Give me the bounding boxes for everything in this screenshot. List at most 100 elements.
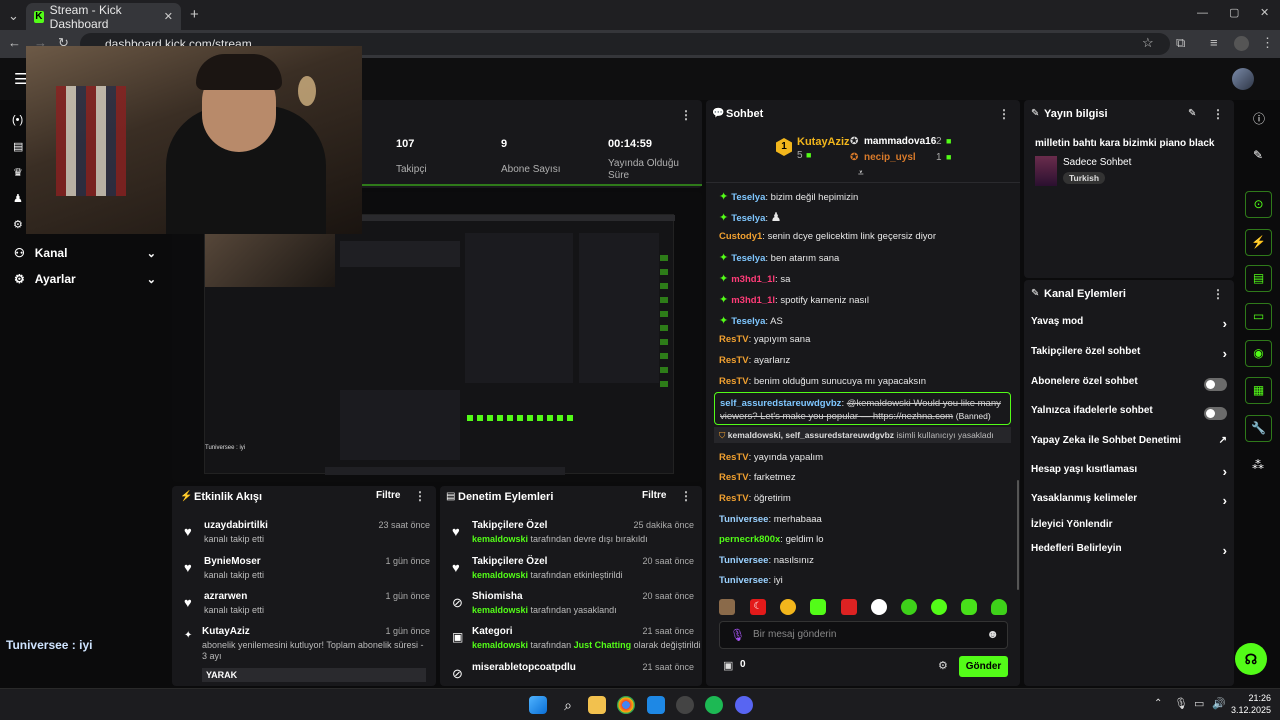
tray-volume-icon[interactable]: 🔊 bbox=[1212, 697, 1226, 710]
app-icon[interactable] bbox=[676, 696, 694, 714]
stream-icon[interactable]: (•) bbox=[12, 114, 23, 126]
spotify-icon[interactable] bbox=[705, 696, 723, 714]
chat-username[interactable]: Teselya bbox=[731, 253, 765, 264]
moderation-filter-button[interactable]: Filtre bbox=[642, 490, 666, 501]
info-icon[interactable]: ⓘ bbox=[1253, 110, 1265, 127]
sidebar-item-kanal[interactable]: ⚇ Kanal ⌄ bbox=[0, 240, 170, 266]
focus-button[interactable]: ⊙ bbox=[1245, 191, 1272, 218]
moderator-name[interactable]: kemaldowski bbox=[472, 605, 528, 615]
emote-button[interactable] bbox=[841, 599, 857, 615]
quick-action-button[interactable]: ⚡ bbox=[1245, 229, 1272, 256]
chat-username[interactable]: Tuniversee bbox=[719, 555, 768, 566]
emote-button[interactable] bbox=[931, 599, 947, 615]
action-raid[interactable]: İzleyici Yönlendir bbox=[1031, 519, 1227, 539]
chat-username[interactable]: Custody1 bbox=[719, 231, 762, 242]
user-avatar[interactable] bbox=[1232, 68, 1254, 90]
channel-actions-menu-icon[interactable]: ⋮ bbox=[1212, 287, 1224, 301]
emote-button[interactable] bbox=[871, 599, 887, 615]
emote-button[interactable] bbox=[719, 599, 735, 615]
activity-filter-button[interactable]: Filtre bbox=[376, 490, 400, 501]
leaderboard-name[interactable]: KutayAziz bbox=[797, 136, 850, 148]
action-ai-moderation[interactable]: Yapay Zeka ile Sohbet Denetimi ↗ bbox=[1031, 435, 1227, 455]
action-subscribers-only[interactable]: Abonelere özel sohbet bbox=[1031, 376, 1227, 396]
start-menu-icon[interactable] bbox=[529, 696, 547, 714]
moderator-name[interactable]: kemaldowski bbox=[472, 640, 528, 650]
send-button[interactable]: Gönder bbox=[959, 656, 1008, 677]
chat-input[interactable]: 🎙 Bir mesaj gönderin ☻ bbox=[719, 621, 1008, 649]
leaderboard-name[interactable]: mammadova16 bbox=[864, 136, 936, 147]
back-icon[interactable]: ← bbox=[8, 35, 21, 50]
moderator-name[interactable]: kemaldowski bbox=[472, 534, 528, 544]
activity-user[interactable]: uzaydabirtilki bbox=[204, 520, 268, 531]
new-tab-icon[interactable]: + bbox=[190, 6, 199, 23]
action-account-age[interactable]: Hesap yaşı kısıtlaması › bbox=[1031, 464, 1227, 484]
tray-network-icon[interactable]: ▭ bbox=[1194, 697, 1204, 710]
action-banned-words[interactable]: Yasaklanmış kelimeler › bbox=[1031, 493, 1227, 513]
chat-menu-icon[interactable]: ⋮ bbox=[998, 107, 1010, 121]
activity-user[interactable]: KutayAziz bbox=[202, 626, 250, 637]
chat-username[interactable]: m3hd1_1l bbox=[731, 295, 775, 306]
subscribers-only-toggle[interactable] bbox=[1204, 378, 1227, 391]
tray-expand-icon[interactable]: ⌃ bbox=[1154, 698, 1162, 709]
stream-info-menu-icon[interactable]: ⋮ bbox=[1212, 107, 1224, 121]
emote-button[interactable] bbox=[961, 599, 977, 615]
chat-username[interactable]: Teselya bbox=[731, 316, 765, 327]
edit-pencil-icon[interactable]: ✎ bbox=[1188, 108, 1196, 119]
maximize-icon[interactable]: ▢ bbox=[1229, 6, 1239, 19]
chat-username[interactable]: self_assuredstareuwdgvbz bbox=[720, 398, 841, 409]
minimize-icon[interactable]: — bbox=[1197, 7, 1208, 19]
chat-settings-icon[interactable]: ⚙ bbox=[938, 659, 948, 672]
chat-username[interactable]: ResTV bbox=[719, 376, 749, 387]
microphone-icon[interactable]: 🎙 bbox=[730, 628, 745, 642]
dashboard-icon[interactable]: ▤ bbox=[13, 140, 23, 153]
chat-username[interactable]: ResTV bbox=[719, 472, 749, 483]
emote-button[interactable] bbox=[991, 599, 1007, 615]
photos-icon[interactable] bbox=[647, 696, 665, 714]
file-explorer-icon[interactable] bbox=[588, 696, 606, 714]
chat-username[interactable]: Teselya bbox=[731, 213, 765, 224]
settings-gear-small-icon[interactable]: ⚙ bbox=[13, 218, 23, 231]
chat-username[interactable]: ResTV bbox=[719, 355, 749, 366]
clock-time[interactable]: 21:26 bbox=[1241, 693, 1271, 703]
chat-username[interactable]: Teselya bbox=[731, 192, 765, 203]
chat-scrollbar[interactable] bbox=[1017, 480, 1019, 590]
browser-tab[interactable]: K Stream - Kick Dashboard ✕ bbox=[26, 3, 181, 31]
action-set-goals[interactable]: Hedefleri Belirleyin › bbox=[1031, 543, 1227, 563]
chat-username[interactable]: m3hd1_1l bbox=[731, 274, 775, 285]
emote-button[interactable] bbox=[810, 599, 826, 615]
tray-mic-icon[interactable]: 🎙 bbox=[1174, 697, 1188, 710]
profile-avatar[interactable] bbox=[1234, 36, 1249, 51]
action-slow-mode[interactable]: Yavaş mod › bbox=[1031, 316, 1227, 336]
emote-button[interactable]: ☾ bbox=[750, 599, 766, 615]
action-followers-only[interactable]: Takipçilere özel sohbet › bbox=[1031, 346, 1227, 366]
apps-icon[interactable]: ⁂ bbox=[1252, 458, 1264, 472]
notes-button[interactable]: ▤ bbox=[1245, 265, 1272, 292]
category-name[interactable]: Sadece Sohbet bbox=[1063, 157, 1131, 168]
extensions-icon[interactable]: ⧉ bbox=[1176, 35, 1185, 51]
chrome-icon[interactable] bbox=[617, 696, 635, 714]
bookmark-star-icon[interactable]: ☆ bbox=[1142, 35, 1154, 51]
emote-button[interactable] bbox=[901, 599, 917, 615]
tools-button[interactable]: 🔧 bbox=[1245, 415, 1272, 442]
emote-only-toggle[interactable] bbox=[1204, 407, 1227, 420]
activity-user[interactable]: BynieMoser bbox=[204, 556, 261, 567]
emote-button[interactable] bbox=[780, 599, 796, 615]
chat-username[interactable]: Tuniversee bbox=[719, 514, 768, 525]
moderator-name[interactable]: kemaldowski bbox=[472, 570, 528, 580]
broadcast-button[interactable]: ◉ bbox=[1245, 340, 1272, 367]
chat-username[interactable]: ResTV bbox=[719, 334, 749, 345]
chat-username[interactable]: pernecrk800x bbox=[719, 534, 780, 545]
browser-menu-icon[interactable]: ⋮ bbox=[1261, 35, 1274, 51]
expand-leaderboard-icon[interactable]: ⩡ bbox=[858, 168, 864, 179]
sidebar-item-ayarlar[interactable]: ⚙ Ayarlar ⌄ bbox=[0, 266, 170, 292]
action-emote-only[interactable]: Yalnızca ifadelerle sohbet bbox=[1031, 405, 1227, 425]
edit-icon[interactable]: ✎ bbox=[1253, 148, 1263, 162]
tab-search-icon[interactable]: ⌄ bbox=[8, 8, 19, 24]
media-icon[interactable]: ≡ bbox=[1210, 35, 1218, 50]
search-icon[interactable]: ⌕ bbox=[559, 696, 577, 714]
moderation-menu-icon[interactable]: ⋮ bbox=[680, 489, 692, 503]
window-close-icon[interactable]: ✕ bbox=[1260, 6, 1269, 19]
discord-icon[interactable] bbox=[735, 696, 753, 714]
trophy-icon[interactable]: ♛ bbox=[13, 166, 23, 179]
chat-username[interactable]: Tuniversee bbox=[719, 575, 768, 586]
